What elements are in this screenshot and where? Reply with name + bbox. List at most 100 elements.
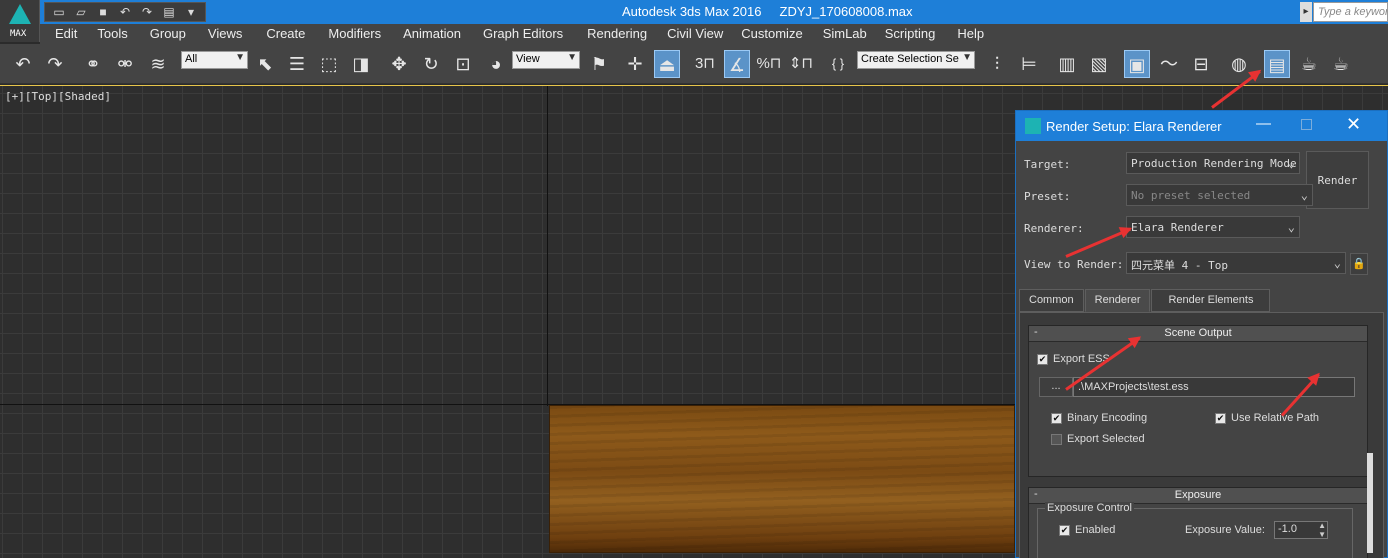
selection-filter-dropdown[interactable]: All ▼	[181, 51, 248, 69]
window-crossing-icon[interactable]: ◨	[348, 50, 374, 78]
app-window: ▭ ▱ ■ ↶ ↷ ▤ ▾ Autodesk 3ds Max 2016 ZDYJ…	[0, 0, 1388, 558]
snaps-toggle-icon[interactable]: 3⊓	[692, 50, 718, 78]
scene-explorer-icon[interactable]: ▧	[1086, 50, 1112, 78]
menu-group[interactable]: Group	[150, 24, 186, 44]
named-selection-set-dropdown[interactable]: Create Selection Se ▼	[857, 51, 975, 69]
close-icon[interactable]: ✕	[1346, 114, 1361, 135]
menu-views[interactable]: Views	[208, 24, 242, 44]
render-setup-dialog: Render Setup: Elara Renderer — ✕ Target:…	[1015, 110, 1388, 558]
menu-tools[interactable]: Tools	[97, 24, 127, 44]
menu-rendering[interactable]: Rendering	[587, 24, 647, 44]
edit-named-selection-icon[interactable]: { }	[825, 50, 851, 78]
preset-dropdown[interactable]: No preset selected ⌄	[1126, 184, 1313, 206]
rectangular-selection-icon[interactable]: ⬚	[316, 50, 342, 78]
unlink-icon[interactable]: ⚮	[112, 50, 138, 78]
redo-icon[interactable]: ↷	[137, 3, 157, 21]
link-icon[interactable]: ⚭	[80, 50, 106, 78]
project-folder-icon[interactable]: ▤	[159, 3, 179, 21]
new-file-icon[interactable]: ▭	[49, 3, 69, 21]
render-production-icon[interactable]: ☕	[1328, 50, 1354, 78]
layer-explorer-icon[interactable]: ▥	[1054, 50, 1080, 78]
select-object-icon[interactable]: ⬉	[252, 50, 278, 78]
panel-scrollbar[interactable]	[1367, 453, 1373, 553]
spinner-snap-icon[interactable]: ⇕⊓	[788, 50, 814, 78]
lock-view-icon[interactable]: 🔒	[1350, 253, 1368, 275]
export-selected-label: Export Selected	[1067, 433, 1145, 445]
use-relative-path-checkbox[interactable]: ✔ Use Relative Path	[1215, 412, 1319, 424]
exposure-enabled-checkbox[interactable]: ✔ Enabled	[1059, 524, 1115, 536]
app-title: Autodesk 3ds Max 2016	[622, 4, 762, 19]
menu-scripting[interactable]: Scripting	[885, 24, 936, 44]
search-scroll-icon[interactable]: ▸	[1300, 2, 1312, 22]
rendered-frame-window-icon[interactable]: ☕	[1296, 50, 1322, 78]
search-input[interactable]: Type a keyword	[1313, 2, 1388, 22]
menu-graph-editors[interactable]: Graph Editors	[483, 24, 563, 44]
rotate-icon[interactable]: ↻	[418, 50, 444, 78]
toggle-ribbon-icon[interactable]: ▣	[1124, 50, 1150, 78]
chevron-down-icon: ▼	[235, 52, 245, 63]
percent-snap-icon[interactable]: %⊓	[756, 50, 782, 78]
wood-plank-object[interactable]	[549, 405, 1015, 553]
menu-customize[interactable]: Customize	[741, 24, 802, 44]
binary-encoding-checkbox[interactable]: ✔ Binary Encoding	[1051, 412, 1147, 424]
exposure-value: -1.0	[1278, 523, 1297, 535]
schematic-view-icon[interactable]: ⊟	[1188, 50, 1214, 78]
minimize-icon[interactable]: —	[1256, 115, 1271, 132]
exposure-control-title: Exposure Control	[1045, 502, 1134, 514]
menu-modifiers[interactable]: Modifiers	[328, 24, 381, 44]
angle-snap-icon[interactable]: ∡	[724, 50, 750, 78]
target-dropdown[interactable]: Production Rendering Mode ⌄	[1126, 152, 1300, 174]
quick-access-toolbar: ▭ ▱ ■ ↶ ↷ ▤ ▾	[44, 2, 206, 22]
customize-dropdown-icon[interactable]: ▾	[181, 3, 201, 21]
scale-icon[interactable]: ⊡	[450, 50, 476, 78]
viewport-label[interactable]: [+][Top][Shaded]	[5, 90, 111, 103]
scene-output-header[interactable]: - Scene Output	[1029, 326, 1367, 342]
move-icon[interactable]: ✥	[386, 50, 412, 78]
export-selected-checkbox[interactable]: Export Selected	[1051, 433, 1145, 445]
exposure-enabled-label: Enabled	[1075, 524, 1116, 536]
view-to-render-dropdown[interactable]: 四元菜单 4 - Top ⌄	[1126, 252, 1346, 274]
redo-icon[interactable]: ↷	[42, 50, 68, 78]
exposure-title: Exposure	[1174, 489, 1222, 501]
tab-common[interactable]: Common	[1019, 289, 1084, 312]
spinner-arrows-icon[interactable]: ▲ ▼	[1318, 521, 1326, 539]
material-editor-icon[interactable]: ◍	[1226, 50, 1252, 78]
mirror-icon[interactable]: ⫶	[984, 50, 1010, 78]
menu-civil-view[interactable]: Civil View	[667, 24, 723, 44]
select-manipulate-icon[interactable]: ✛	[622, 50, 648, 78]
tab-render-elements[interactable]: Render Elements	[1151, 289, 1271, 312]
app-menu-button[interactable]: MAX	[0, 0, 40, 42]
view-to-render-value: 四元菜单 4 - Top	[1131, 259, 1228, 272]
select-by-name-icon[interactable]: ☰	[284, 50, 310, 78]
save-icon[interactable]: ■	[93, 3, 113, 21]
undo-icon[interactable]: ↶	[115, 3, 135, 21]
checkmark-icon: ✔	[1037, 353, 1048, 365]
main-toolbar: ↶ ↷ ⚭ ⚮ ≋ All ▼ ⬉ ☰ ⬚ ◨ ✥ ↻ ⊡ ◕ View ▼ ⚑ ✛…	[0, 44, 1388, 84]
align-icon[interactable]: ⊨	[1016, 50, 1042, 78]
open-file-icon[interactable]: ▱	[71, 3, 91, 21]
render-setup-icon[interactable]: ▤	[1264, 50, 1290, 78]
renderer-dropdown[interactable]: Elara Renderer ⌄	[1126, 216, 1300, 238]
menu-animation[interactable]: Animation	[403, 24, 461, 44]
bind-space-warp-icon[interactable]: ≋	[145, 50, 171, 78]
undo-icon[interactable]: ↶	[10, 50, 36, 78]
tab-renderer[interactable]: Renderer	[1084, 289, 1151, 312]
menu-create[interactable]: Create	[266, 24, 305, 44]
render-button[interactable]: Render	[1306, 151, 1369, 209]
exposure-value-spinner[interactable]: -1.0 ▲ ▼	[1274, 521, 1328, 539]
exposure-value-label: Exposure Value:	[1185, 524, 1265, 536]
menu-simlab[interactable]: SimLab	[823, 24, 867, 44]
dialog-title-bar[interactable]: Render Setup: Elara Renderer — ✕	[1016, 111, 1387, 141]
menu-edit[interactable]: Edit	[55, 24, 77, 44]
maximize-icon[interactable]	[1301, 119, 1312, 130]
curve-editor-icon[interactable]: 〜	[1156, 50, 1182, 78]
pivot-center-icon[interactable]: ⚑	[586, 50, 612, 78]
placement-icon[interactable]: ◕	[483, 50, 509, 78]
window-title: Autodesk 3ds Max 2016 ZDYJ_170608008.max	[622, 4, 913, 19]
reference-coordinate-dropdown[interactable]: View ▼	[512, 51, 580, 69]
binary-encoding-label: Binary Encoding	[1067, 412, 1148, 424]
grid-axis-vertical	[547, 86, 548, 406]
menu-help[interactable]: Help	[957, 24, 984, 44]
keyboard-shortcut-override-icon[interactable]: ⏏	[654, 50, 680, 78]
checkbox-empty-icon	[1051, 433, 1062, 445]
